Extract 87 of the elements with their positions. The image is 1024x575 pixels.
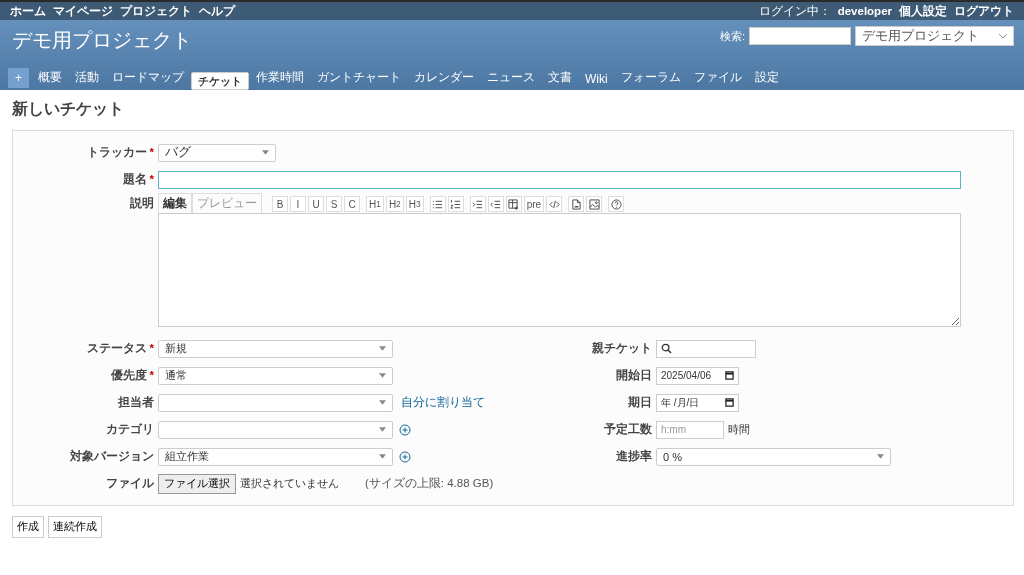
account-link[interactable]: 個人設定 <box>899 3 947 19</box>
tracker-select[interactable]: バグ <box>158 143 276 162</box>
field-label: 対象バージョン <box>69 449 154 464</box>
toolbar-button[interactable]: U <box>308 196 324 212</box>
dropdown[interactable]: 新規 <box>158 339 393 358</box>
add-icon[interactable] <box>399 450 411 463</box>
search-field[interactable] <box>749 27 851 45</box>
progress-select[interactable]: 0 % <box>656 447 891 466</box>
field-label: 予定工数 <box>603 422 652 437</box>
indent-button[interactable] <box>469 196 486 212</box>
size-limit-text: (サイズの上限: 4.88 GB) <box>365 476 494 491</box>
nav-tab[interactable]: 文書 <box>542 66 578 90</box>
file-status: 選択されていません <box>240 476 339 491</box>
submit-button[interactable]: 連続作成 <box>48 516 102 538</box>
field-label: ステータス * <box>85 341 154 356</box>
nav-tab[interactable]: 設定 <box>748 66 785 90</box>
project-select[interactable]: デモ用プロジェクト <box>855 26 1014 46</box>
field-label: 説明 <box>129 196 154 211</box>
toolbar-button[interactable]: pre <box>523 196 545 212</box>
field-label: 開始日 <box>615 368 652 383</box>
search-icon <box>661 343 672 354</box>
date-field[interactable]: 年 /月/日 <box>656 393 739 412</box>
calendar-icon <box>725 398 734 407</box>
add-icon[interactable] <box>399 423 411 436</box>
unit-label: 時間 <box>728 422 750 437</box>
date-field[interactable]: 2025/04/06 <box>656 366 739 385</box>
dropdown[interactable]: 組立作業 <box>158 447 393 466</box>
page-title: 新しいチケット <box>12 99 125 119</box>
image-button[interactable] <box>586 196 603 212</box>
toolbar-button[interactable]: S <box>326 196 342 212</box>
top-menu-link[interactable]: ホーム <box>10 3 46 19</box>
calendar-icon <box>725 371 734 380</box>
ul-button[interactable] <box>429 196 446 212</box>
field-label: トラッカー * <box>85 145 154 160</box>
nav-tab[interactable]: ファイル <box>687 66 748 90</box>
top-menu-link[interactable]: プロジェクト <box>120 3 192 19</box>
table-button[interactable] <box>505 196 522 212</box>
caret-icon <box>262 150 269 155</box>
toolbar-button[interactable]: C <box>344 196 360 212</box>
ol-button[interactable] <box>447 196 464 212</box>
top-menu-link[interactable]: ヘルプ <box>199 3 235 19</box>
login-label: ログイン中： <box>758 3 831 19</box>
parent-issue-field[interactable] <box>656 339 756 358</box>
field-label: 優先度 * <box>109 368 154 383</box>
nav-tab[interactable]: ニュース <box>481 66 541 90</box>
nav-tab[interactable]: フォーラム <box>614 66 687 90</box>
field-label: 進捗率 <box>615 449 652 464</box>
field-label: 題名 * <box>121 172 154 187</box>
outdent-button[interactable] <box>487 196 504 212</box>
nav-tab[interactable]: 活動 <box>69 66 105 90</box>
search-label: 検索: <box>719 28 745 44</box>
field-label: カテゴリ <box>105 422 154 437</box>
toolbar-button[interactable]: I <box>290 196 306 212</box>
subject-field[interactable] <box>158 170 961 189</box>
file-button[interactable] <box>568 196 585 212</box>
dropdown[interactable]: 通常 <box>158 366 393 385</box>
nav-tab[interactable]: 概要 <box>32 66 68 90</box>
field-label: 期日 <box>627 395 652 410</box>
nav-tab[interactable]: ロードマップ <box>106 66 190 90</box>
caret-icon <box>379 427 386 432</box>
caret-icon <box>379 454 386 459</box>
caret-icon <box>379 400 386 405</box>
project-title: デモ用プロジェクト <box>12 28 192 53</box>
nav-tab[interactable]: Wiki <box>579 69 614 90</box>
submit-button[interactable]: 作成 <box>12 516 44 538</box>
help-button[interactable] <box>608 196 625 212</box>
nav-tab[interactable]: ガントチャート <box>311 66 407 90</box>
estimated-time-field[interactable]: h:mm <box>656 420 724 439</box>
nav-tab[interactable]: チケット <box>191 72 249 90</box>
assign-to-me-link[interactable]: 自分に割り当て <box>401 394 485 411</box>
field-label: ファイル <box>105 476 154 491</box>
description-field[interactable] <box>158 213 961 327</box>
code-button[interactable] <box>546 196 563 212</box>
toolbar-button[interactable]: B <box>272 196 288 212</box>
nav-tab[interactable]: カレンダー <box>408 66 480 90</box>
field-label: 親チケット <box>591 341 652 356</box>
nav-tab[interactable]: 作業時間 <box>250 66 310 90</box>
user-link[interactable]: developer <box>837 5 892 17</box>
field-label: 担当者 <box>117 395 154 410</box>
chevron-icon <box>999 33 1007 39</box>
choose-file-button[interactable]: ファイル選択 <box>158 473 236 494</box>
caret-icon <box>877 454 884 459</box>
editor-tab[interactable]: 編集 <box>158 193 192 213</box>
caret-icon <box>379 346 386 351</box>
account-link[interactable]: ログアウト <box>954 3 1014 19</box>
caret-icon <box>379 373 386 378</box>
top-menu-link[interactable]: マイページ <box>53 3 113 19</box>
